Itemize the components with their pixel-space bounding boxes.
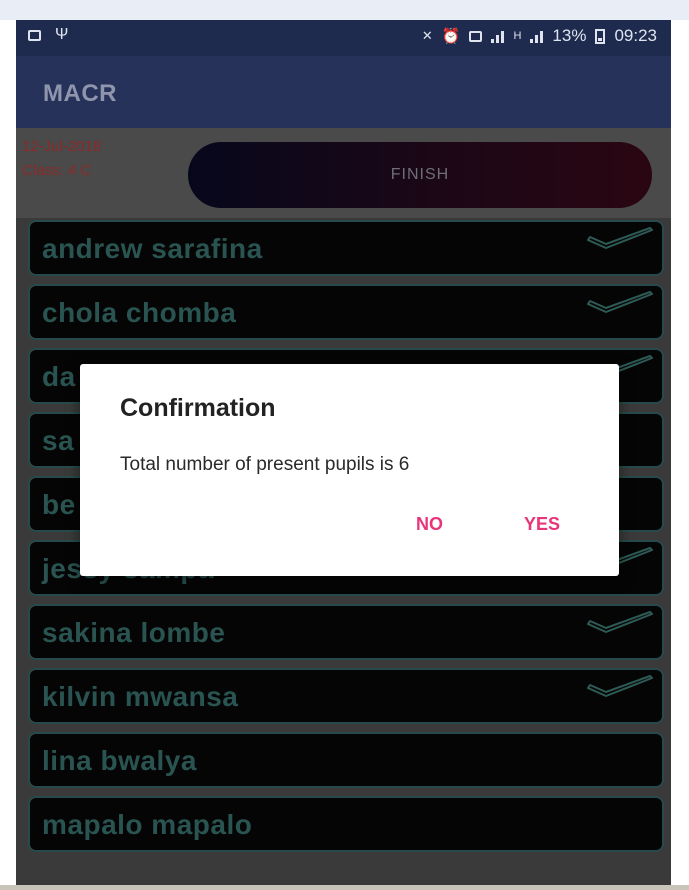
class-label: Class: 4 C bbox=[22, 162, 92, 179]
pupil-row[interactable]: sakina lombe bbox=[28, 604, 664, 660]
pupil-name: lina bwalya bbox=[42, 745, 197, 776]
pupil-row[interactable]: chola chomba bbox=[28, 284, 664, 340]
signal-2-icon bbox=[530, 29, 544, 43]
browser-top-strip bbox=[0, 0, 689, 20]
finish-button[interactable]: FINISH bbox=[188, 142, 652, 208]
pupil-name: andrew sarafina bbox=[42, 233, 263, 264]
signal-icon bbox=[491, 29, 505, 43]
data-icon bbox=[469, 30, 483, 42]
checkmark-icon bbox=[587, 291, 653, 313]
network-h-icon: H bbox=[513, 30, 522, 42]
usb-icon: Ψ bbox=[55, 26, 69, 43]
clock-time: 09:23 bbox=[614, 26, 657, 45]
pupil-name: mapalo mapalo bbox=[42, 809, 253, 840]
pupil-name: kilvin mwansa bbox=[42, 681, 239, 712]
pupil-row[interactable]: mapalo mapalo bbox=[28, 796, 664, 852]
no-button[interactable]: NO bbox=[410, 510, 449, 539]
confirmation-dialog: Confirmation Total number of present pup… bbox=[80, 364, 619, 576]
pupil-row[interactable]: andrew sarafina bbox=[28, 220, 664, 276]
dialog-title: Confirmation bbox=[120, 394, 276, 422]
checkmark-icon bbox=[587, 227, 653, 249]
pupil-name: be bbox=[42, 489, 76, 520]
phone-screen: Ψ ✕ ⏰ H 13% 09:23 MACR 12-Jul-2018 Class… bbox=[16, 20, 671, 885]
pupil-row[interactable]: kilvin mwansa bbox=[28, 668, 664, 724]
attendance-date: 12-Jul-2018 bbox=[22, 138, 102, 155]
pupil-name: sa bbox=[42, 425, 75, 456]
status-bar: Ψ ✕ ⏰ H 13% 09:23 bbox=[16, 20, 671, 56]
attendance-info-row: 12-Jul-2018 Class: 4 C FINISH bbox=[16, 128, 671, 218]
alarm-icon: ⏰ bbox=[441, 28, 461, 45]
mute-icon: ✕ bbox=[421, 28, 433, 43]
checkmark-icon bbox=[587, 675, 653, 697]
app-bar: MACR bbox=[16, 56, 671, 128]
yes-button[interactable]: YES bbox=[518, 510, 566, 539]
browser-bottom-strip bbox=[0, 885, 689, 890]
battery-percent: 13% bbox=[552, 26, 587, 45]
pupil-name: sakina lombe bbox=[42, 617, 226, 648]
image-icon bbox=[28, 29, 41, 41]
pupil-name: chola chomba bbox=[42, 297, 237, 328]
battery-icon bbox=[595, 28, 606, 44]
checkmark-icon bbox=[587, 611, 653, 633]
app-title: MACR bbox=[43, 80, 117, 107]
dialog-message: Total number of present pupils is 6 bbox=[120, 454, 410, 475]
pupil-row[interactable]: lina bwalya bbox=[28, 732, 664, 788]
pupil-name: da bbox=[42, 361, 76, 392]
